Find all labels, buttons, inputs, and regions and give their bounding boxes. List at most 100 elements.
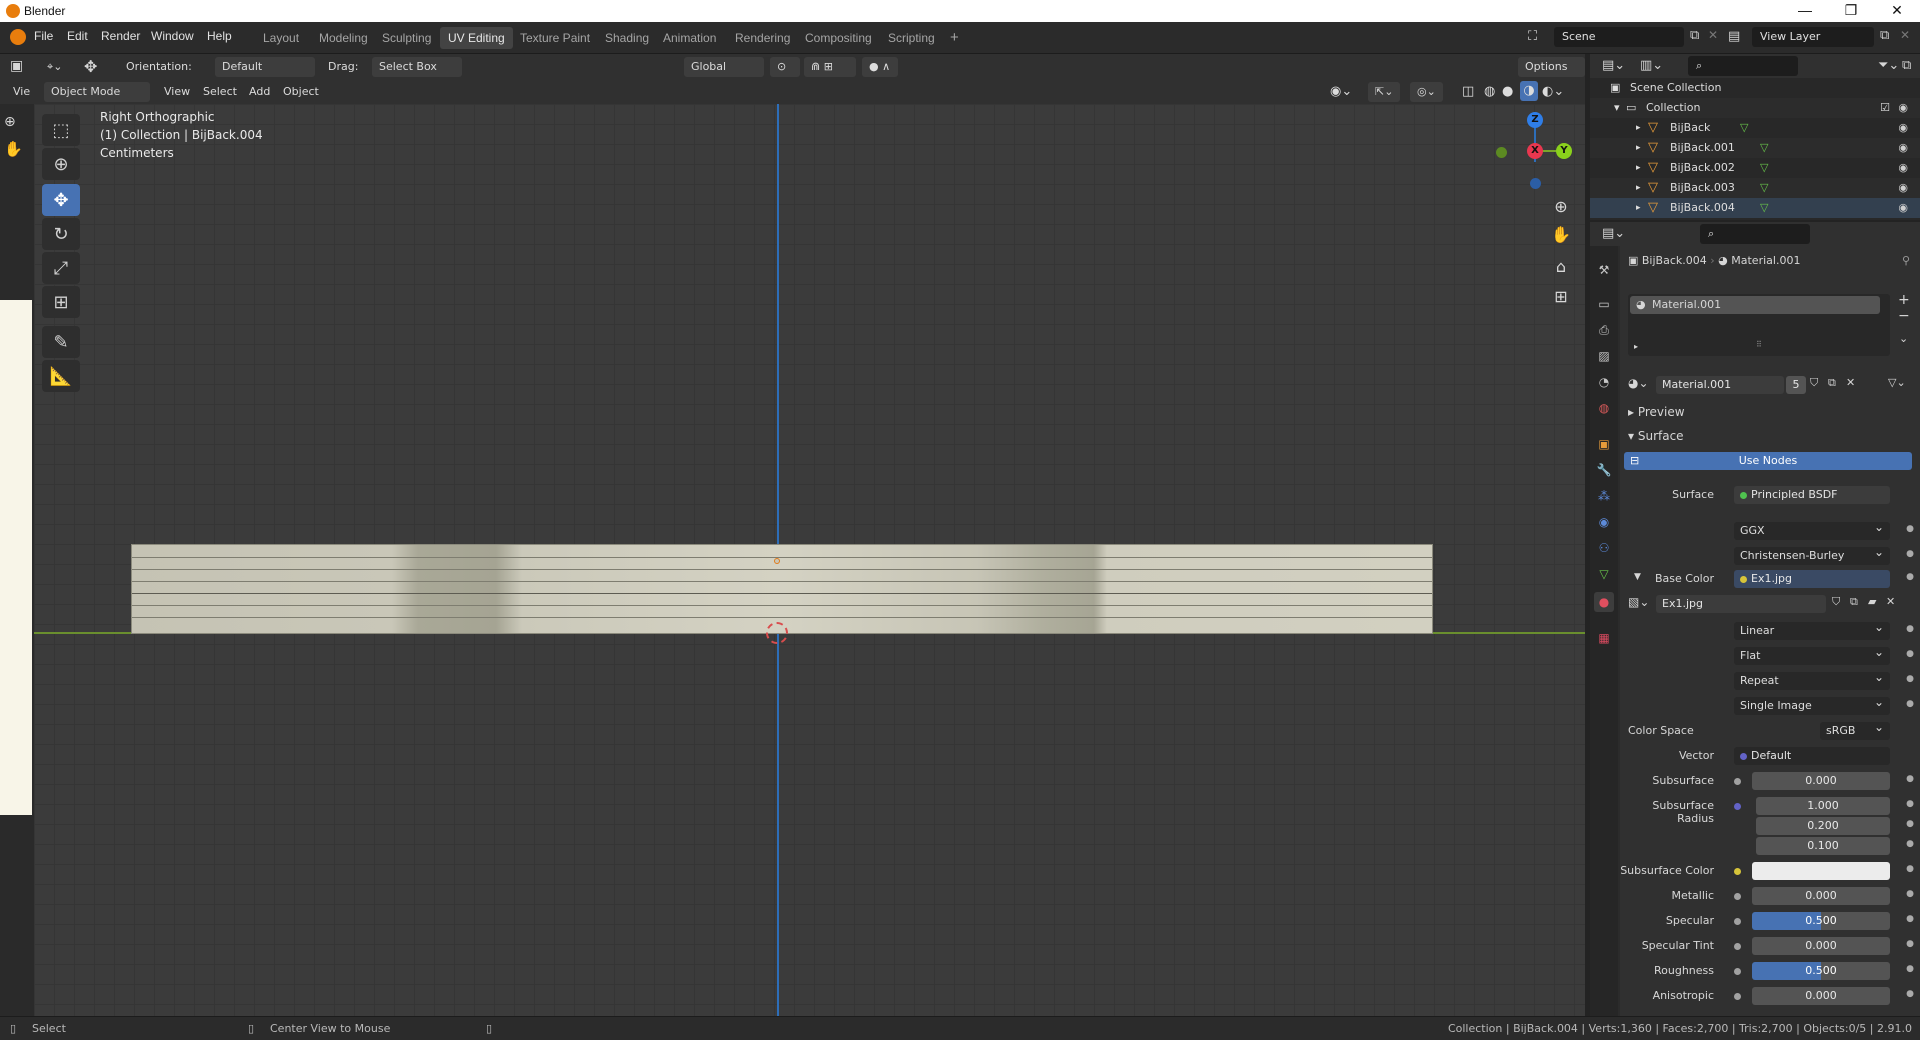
modifier-tab-icon[interactable]: 🔧: [1594, 460, 1614, 480]
navigation-gizmo[interactable]: Z X Y: [1490, 110, 1572, 190]
keyframe-dot-icon[interactable]: ●: [1906, 649, 1914, 659]
gizmo-x-icon[interactable]: X: [1527, 143, 1543, 159]
view-menu[interactable]: View: [164, 82, 190, 102]
tab-sculpting[interactable]: Sculpting: [374, 27, 439, 49]
outliner-editor-type-icon[interactable]: ▤⌄: [1602, 58, 1625, 73]
projection-dropdown[interactable]: Flat: [1734, 643, 1890, 665]
material-shading-icon[interactable]: ◑: [1520, 81, 1538, 101]
view-layer-field[interactable]: View Layer: [1752, 27, 1874, 47]
collapse-arrow-icon[interactable]: ▸: [1636, 198, 1641, 218]
keyframe-dot-icon[interactable]: ●: [1906, 914, 1914, 924]
tab-modeling[interactable]: Modeling: [311, 27, 376, 49]
menu-render[interactable]: Render: [101, 29, 140, 43]
keyframe-dot-icon[interactable]: ●: [1906, 864, 1914, 874]
keyframe-dot-icon[interactable]: ●: [1906, 799, 1914, 809]
outliner-row-object[interactable]: ▸ ▽ BijBack.001 ▽ ◉: [1590, 138, 1920, 158]
constraints-tab-icon[interactable]: ⚇: [1594, 538, 1614, 558]
vector-field[interactable]: Default: [1734, 747, 1890, 765]
gizmo-neg-z-icon[interactable]: [1530, 178, 1541, 189]
keyframe-dot-icon[interactable]: ●: [1906, 524, 1914, 534]
annotate-tool-icon[interactable]: ✎: [42, 326, 80, 358]
source-dropdown[interactable]: Single Image: [1734, 693, 1890, 715]
material-tab-icon[interactable]: ●: [1594, 592, 1614, 612]
use-nodes-button[interactable]: ⊟ Use Nodes: [1624, 452, 1912, 470]
gizmo-toggle-icon[interactable]: ⇱⌄: [1368, 82, 1401, 102]
gizmo-neg-y-icon[interactable]: [1496, 147, 1507, 158]
tab-rendering[interactable]: Rendering: [727, 27, 798, 49]
outliner-row-scene-collection[interactable]: ▣ Scene Collection: [1590, 78, 1920, 98]
distribution-dropdown[interactable]: GGX: [1734, 518, 1890, 540]
eye-icon[interactable]: ◉: [1898, 118, 1908, 138]
zoom-view-icon[interactable]: ⊕: [1548, 194, 1574, 220]
link-dropdown-icon[interactable]: ▽⌄: [1888, 376, 1906, 389]
material-name-field[interactable]: Material.001: [1656, 376, 1784, 394]
specular-slider[interactable]: 0.500: [1752, 912, 1890, 930]
scene-tab-icon[interactable]: ◔: [1594, 372, 1614, 392]
object-menu[interactable]: Object: [283, 82, 319, 102]
new-collection-icon[interactable]: ⧉: [1902, 58, 1911, 73]
view-layer-tab-icon[interactable]: ▨: [1594, 346, 1614, 366]
keyframe-dot-icon[interactable]: ●: [1906, 699, 1914, 709]
preview-panel-header[interactable]: ▸ Preview: [1620, 402, 1920, 422]
eye-icon[interactable]: ◉: [1898, 158, 1908, 178]
collapse-arrow-icon[interactable]: ▸: [1636, 158, 1641, 178]
gizmo-y-icon[interactable]: Y: [1556, 143, 1572, 159]
cursor-tool-icon[interactable]: ⊕: [42, 148, 80, 180]
physics-tab-icon[interactable]: ◉: [1594, 512, 1614, 532]
solid-shading-icon[interactable]: ●: [1502, 82, 1513, 102]
tab-texture-paint[interactable]: Texture Paint: [512, 27, 598, 49]
xray-icon[interactable]: ◫: [1462, 82, 1474, 102]
browse-image-icon[interactable]: ▧⌄: [1628, 595, 1649, 609]
options-dropdown[interactable]: Options ⌄: [1518, 57, 1585, 93]
render-tab-icon[interactable]: ▭: [1594, 294, 1614, 314]
keyframe-dot-icon[interactable]: ●: [1906, 774, 1914, 784]
pan-view-icon[interactable]: ✋: [1548, 222, 1574, 248]
minimize-button[interactable]: —: [1782, 0, 1828, 22]
expand-arrow-icon[interactable]: ▾: [1614, 98, 1620, 118]
properties-editor-type-icon[interactable]: ▤⌄: [1602, 226, 1625, 241]
delete-scene-icon[interactable]: ✕: [1708, 28, 1718, 42]
keyframe-dot-icon[interactable]: ●: [1906, 819, 1914, 829]
tab-animation[interactable]: Animation: [655, 27, 724, 49]
outliner-row-object[interactable]: ▸ ▽ BijBack.003 ▽ ◉: [1590, 178, 1920, 198]
select-menu[interactable]: Select: [203, 82, 237, 102]
wireframe-shading-icon[interactable]: ◍: [1484, 82, 1495, 102]
keyframe-dot-icon[interactable]: ●: [1906, 674, 1914, 684]
keyframe-dot-icon[interactable]: ●: [1906, 939, 1914, 949]
mesh-object[interactable]: [131, 544, 1433, 634]
surface-panel-header[interactable]: ▾ Surface: [1620, 426, 1920, 446]
surface-shader-field[interactable]: Principled BSDF: [1734, 486, 1890, 504]
pin-icon[interactable]: ⚲: [1902, 254, 1910, 267]
tab-compositing[interactable]: Compositing: [797, 27, 880, 49]
world-tab-icon[interactable]: ◍: [1594, 398, 1614, 418]
delete-view-layer-icon[interactable]: ✕: [1900, 28, 1910, 42]
particles-tab-icon[interactable]: ⁂: [1594, 486, 1614, 506]
orientation-dropdown[interactable]: Default: [215, 57, 315, 77]
menu-help[interactable]: Help: [207, 29, 232, 43]
metallic-slider[interactable]: 0.000: [1752, 887, 1890, 905]
blender-menu-icon[interactable]: [10, 29, 26, 45]
unlink-image-icon[interactable]: ✕: [1886, 595, 1895, 608]
output-tab-icon[interactable]: ⎙: [1594, 320, 1614, 340]
eye-icon[interactable]: ◉: [1898, 138, 1908, 158]
specular-tint-slider[interactable]: 0.000: [1752, 937, 1890, 955]
subsurface-radius-y-field[interactable]: 0.200: [1756, 817, 1890, 835]
fake-user-icon[interactable]: ⛉: [1810, 376, 1818, 390]
material-slot-item[interactable]: ◕ Material.001: [1630, 296, 1880, 314]
overlay-toggle-icon[interactable]: ◎⌄: [1410, 82, 1443, 102]
maximize-button[interactable]: ❐: [1828, 0, 1874, 22]
collapse-arrow-icon[interactable]: ▸: [1636, 178, 1641, 198]
texture-tab-icon[interactable]: ▦: [1594, 628, 1614, 648]
new-scene-icon[interactable]: ⧉: [1690, 28, 1699, 43]
outliner-row-object[interactable]: ▸ ▽ BijBack.002 ▽ ◉: [1590, 158, 1920, 178]
scale-tool-icon[interactable]: ⤢: [42, 252, 80, 284]
editor-type-icon[interactable]: ▣: [10, 58, 23, 74]
pivot-point-icon[interactable]: ⊙: [770, 57, 800, 77]
3d-cursor-icon[interactable]: [766, 622, 788, 644]
tool-settings-icon[interactable]: ⌖⌄: [40, 57, 69, 77]
properties-search-input[interactable]: ⌕: [1700, 224, 1810, 244]
add-menu[interactable]: Add: [249, 82, 270, 102]
resize-handle-icon[interactable]: ⠿: [1756, 340, 1762, 349]
proportional-edit-icon[interactable]: ● ∧: [862, 57, 898, 77]
transform-tool-icon[interactable]: ⊞: [42, 286, 80, 318]
